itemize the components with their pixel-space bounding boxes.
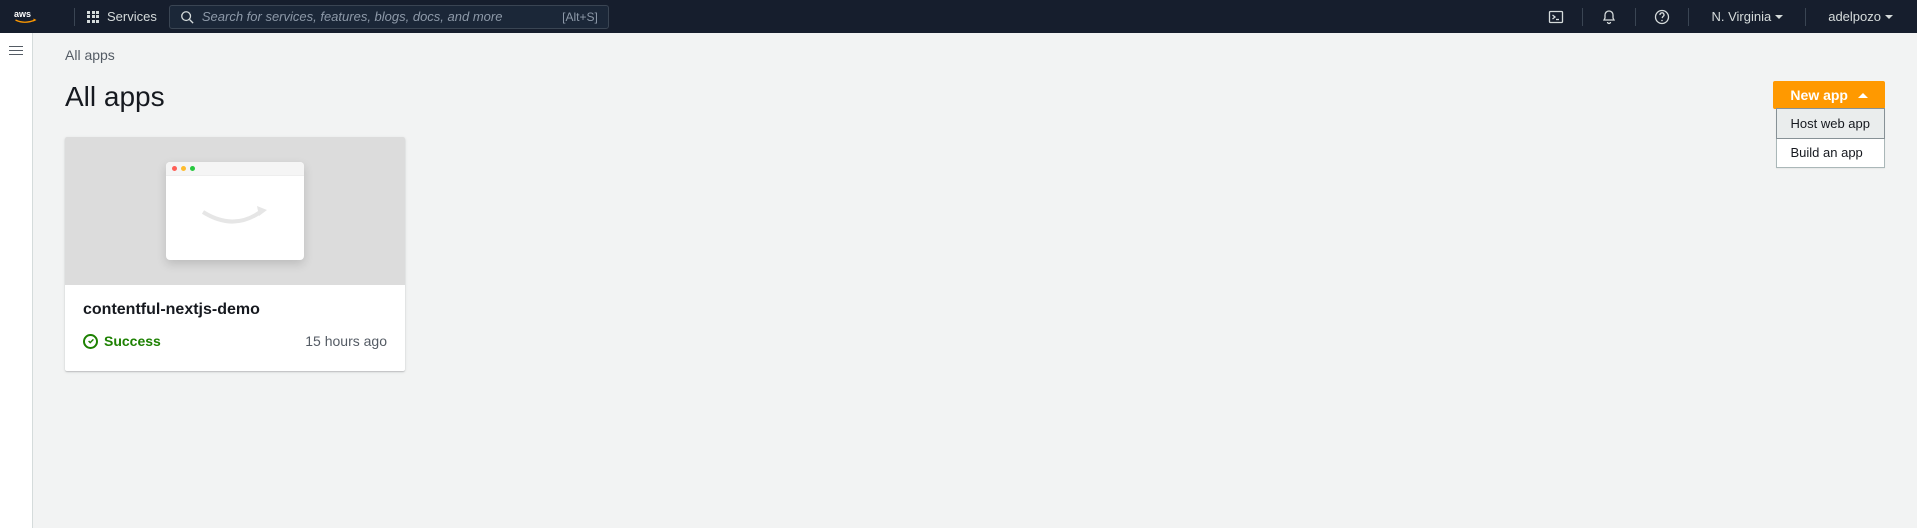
help-button[interactable] bbox=[1648, 9, 1676, 25]
cloudshell-button[interactable] bbox=[1542, 9, 1570, 25]
nav-divider bbox=[1805, 8, 1806, 26]
app-card[interactable]: contentful-nextjs-demo Success 15 hours … bbox=[65, 137, 405, 371]
nav-divider bbox=[1582, 8, 1583, 26]
region-label: N. Virginia bbox=[1711, 9, 1771, 24]
caret-up-icon bbox=[1858, 93, 1868, 98]
account-menu[interactable]: adelpozo bbox=[1818, 9, 1903, 24]
new-app-button[interactable]: New app bbox=[1773, 81, 1885, 109]
svg-text:aws: aws bbox=[14, 9, 31, 19]
nav-right: N. Virginia adelpozo bbox=[1542, 8, 1903, 26]
app-status-row: Success 15 hours ago bbox=[83, 333, 387, 349]
status-badge: Success bbox=[83, 333, 161, 349]
services-label: Services bbox=[107, 9, 157, 24]
new-app-label: New app bbox=[1790, 87, 1848, 103]
page-header-row: All apps New app Host web app Build an a… bbox=[65, 81, 1885, 113]
aws-logo[interactable]: aws bbox=[14, 8, 44, 26]
account-label: adelpozo bbox=[1828, 9, 1881, 24]
services-button[interactable]: Services bbox=[87, 9, 157, 24]
caret-down-icon bbox=[1885, 15, 1893, 19]
nav-divider bbox=[1635, 8, 1636, 26]
caret-down-icon bbox=[1775, 15, 1783, 19]
top-nav: aws Services [Alt+S] bbox=[0, 0, 1917, 33]
search-hint: [Alt+S] bbox=[562, 10, 598, 24]
sidebar-toggle[interactable] bbox=[9, 43, 23, 58]
time-ago: 15 hours ago bbox=[305, 333, 387, 349]
nav-divider bbox=[1688, 8, 1689, 26]
search-input[interactable] bbox=[202, 9, 562, 24]
search-wrap[interactable]: [Alt+S] bbox=[169, 5, 609, 29]
dropdown-item-host-web-app[interactable]: Host web app bbox=[1776, 108, 1886, 139]
nav-divider bbox=[74, 8, 75, 26]
region-selector[interactable]: N. Virginia bbox=[1701, 9, 1793, 24]
app-card-body: contentful-nextjs-demo Success 15 hours … bbox=[65, 285, 405, 371]
page-title: All apps bbox=[65, 81, 165, 113]
browser-mock-icon bbox=[166, 162, 304, 260]
notifications-button[interactable] bbox=[1595, 9, 1623, 25]
search-icon bbox=[180, 10, 194, 24]
new-app-dropdown: Host web app Build an app bbox=[1776, 108, 1886, 168]
layout: All apps All apps New app Host web app B… bbox=[0, 33, 1917, 528]
new-app-group: New app Host web app Build an app bbox=[1773, 81, 1885, 109]
main-content: All apps All apps New app Host web app B… bbox=[33, 33, 1917, 528]
breadcrumb[interactable]: All apps bbox=[65, 47, 1885, 63]
left-rail bbox=[0, 33, 33, 528]
app-card-thumbnail bbox=[65, 137, 405, 285]
services-grid-icon bbox=[87, 11, 99, 23]
success-icon bbox=[83, 334, 98, 349]
app-name: contentful-nextjs-demo bbox=[83, 301, 387, 319]
dropdown-item-build-app[interactable]: Build an app bbox=[1777, 138, 1885, 167]
status-label: Success bbox=[104, 333, 161, 349]
